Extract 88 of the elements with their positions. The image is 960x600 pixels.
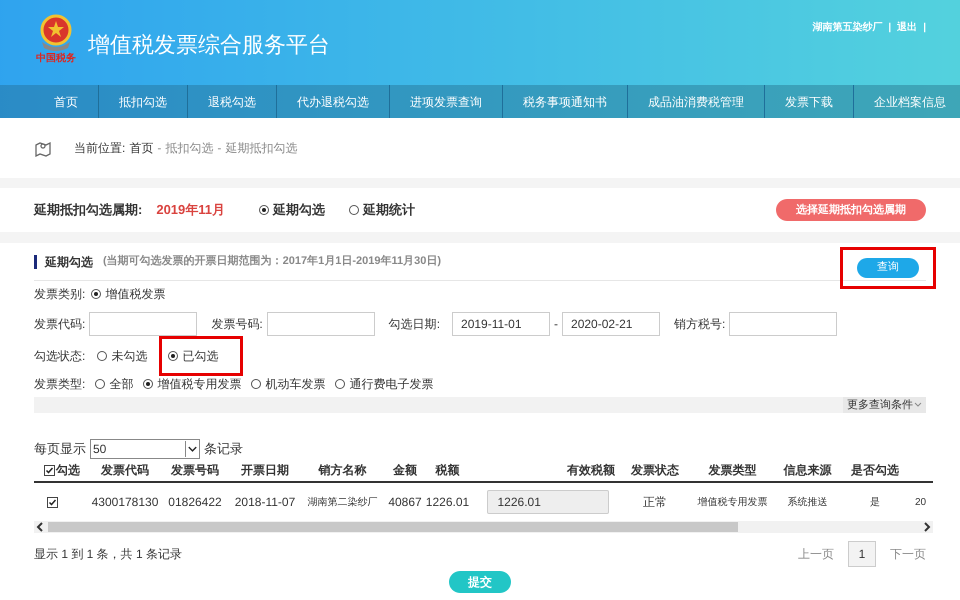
filter-label: 发票类型: — [34, 376, 86, 393]
more-conditions-link[interactable]: 更多查询条件 — [843, 397, 926, 413]
table-cell-text: 系统推送 — [788, 496, 828, 510]
column-header: 是否勾选 — [851, 463, 899, 477]
page-size-select[interactable]: 50 — [90, 439, 200, 459]
period-radio[interactable]: 延期勾选 — [259, 200, 326, 220]
filter-label: 发票类别: — [34, 286, 86, 303]
chevron-down-icon — [914, 402, 922, 408]
table-cell-text: 是 — [870, 496, 880, 510]
filter-label: 发票代码: — [34, 316, 86, 333]
type-radio[interactable]: 通行费电子发票 — [335, 375, 434, 393]
period-radio[interactable]: 延期统计 — [349, 200, 416, 220]
nav-item[interactable]: 代办退税勾选 — [277, 85, 390, 118]
status-radio[interactable]: 已勾选 — [168, 347, 218, 365]
select-period-button[interactable]: 选择延期抵扣勾选属期 — [776, 199, 926, 221]
record-summary: 显示 1 到 1 条，共 1 条记录 — [34, 546, 182, 563]
text-field[interactable] — [729, 312, 838, 336]
page-number[interactable]: 1 — [848, 541, 876, 567]
map-pin-icon — [34, 139, 52, 157]
column-header: 发票号码 — [171, 463, 219, 477]
column-header: 税额 — [436, 463, 460, 477]
column-header: 发票状态 — [631, 463, 679, 477]
breadcrumb-link[interactable]: 抵扣勾选 — [165, 139, 214, 157]
period-value: 2019年11月 — [156, 201, 226, 220]
table-cell-text: 40867 — [388, 494, 422, 511]
logout-link[interactable]: 退出 — [897, 20, 918, 35]
breadcrumb-link[interactable]: 首页 — [129, 139, 154, 157]
text-field[interactable] — [266, 312, 375, 336]
page-size-label: 每页显示 — [34, 440, 86, 458]
nav-item[interactable]: 成品油消费税管理 — [628, 85, 765, 118]
nav-item[interactable]: 发票下载 — [765, 85, 854, 118]
checkbox[interactable] — [44, 464, 55, 476]
table-cell-text: 2018-11-07 — [234, 494, 296, 511]
table-cell-text: 正常 — [643, 494, 667, 511]
submit-button[interactable]: 提交 — [449, 571, 511, 593]
column-header: 发票代码 — [101, 463, 149, 477]
column-header: 销方名称 — [318, 463, 366, 477]
table-cell-text: 4300178130 — [92, 494, 158, 511]
horizontal-scrollbar[interactable] — [34, 521, 933, 533]
nav-item[interactable]: 企业档案信息 — [854, 85, 960, 118]
column-header: 金额 — [393, 463, 417, 477]
platform-title: 增值税发票综合服务平台 — [88, 31, 330, 59]
status-radio[interactable]: 未勾选 — [97, 347, 148, 365]
table-cell-text: 1226.01 — [426, 494, 470, 511]
text-field[interactable] — [89, 312, 198, 336]
column-header: 发票类型 — [708, 463, 756, 477]
effective-tax-field[interactable]: 1226.01 — [486, 490, 608, 514]
type-radio[interactable]: 全部 — [95, 375, 134, 393]
date-field[interactable]: 2019-11-01 — [452, 312, 550, 336]
column-header: 信息来源 — [784, 463, 832, 477]
nav-item[interactable]: 退税勾选 — [188, 85, 277, 118]
filter-label: 勾选状态: — [34, 348, 86, 365]
date-field[interactable]: 2020-02-21 — [562, 312, 660, 336]
user-name: 湖南第五染纱厂 — [812, 20, 882, 35]
table-cell-text: 20 — [915, 496, 926, 510]
separator: | — [888, 21, 892, 35]
table-cell-text: 增值税专用发票 — [698, 496, 768, 510]
prev-page-link[interactable]: 上一页 — [798, 545, 834, 563]
checkbox[interactable] — [46, 496, 58, 508]
separator: | — [923, 21, 926, 35]
page-size-suffix: 条记录 — [204, 440, 243, 458]
section-title: 延期勾选 — [45, 254, 93, 270]
next-page-link[interactable]: 下一页 — [890, 545, 926, 563]
query-button[interactable]: 查询 — [857, 258, 919, 278]
caret-icon — [185, 441, 199, 457]
table-cell-text: 01826422 — [168, 494, 222, 511]
type-radio[interactable]: 增值税专用发票 — [143, 375, 242, 393]
nav-item[interactable]: 抵扣勾选 — [99, 85, 188, 118]
breadcrumb-link[interactable]: 延期抵扣勾选 — [225, 139, 298, 157]
column-header: 开票日期 — [241, 463, 289, 477]
breadcrumb-separator: - — [157, 140, 162, 157]
table-cell-text: 湖南第二染纱厂 — [308, 496, 378, 510]
column-header: 有效税额 — [567, 463, 615, 477]
type-radio[interactable]: 机动车发票 — [251, 375, 326, 393]
range-separator: - — [554, 316, 558, 333]
logo-text: 中国税务 — [36, 54, 76, 64]
category-radio[interactable]: 增值税发票 — [91, 285, 166, 303]
breadcrumb-label: 当前位置: — [74, 140, 126, 157]
filter-label: 勾选日期: — [388, 316, 440, 333]
nav-item[interactable]: 税务事项通知书 — [503, 85, 628, 118]
date-range-note: (当期可勾选发票的开票日期范围为：2017年1月1日-2019年11月30日) — [103, 254, 442, 270]
filter-label: 销方税号: — [674, 316, 726, 333]
nav-item[interactable]: 进项发票查询 — [390, 85, 503, 118]
nav-item[interactable]: 首页 — [34, 85, 99, 118]
period-label: 延期抵扣勾选属期: — [34, 201, 142, 220]
filter-label: 发票号码: — [211, 316, 263, 333]
column-header: 勾选 — [56, 462, 80, 479]
breadcrumb-separator: - — [217, 140, 222, 157]
